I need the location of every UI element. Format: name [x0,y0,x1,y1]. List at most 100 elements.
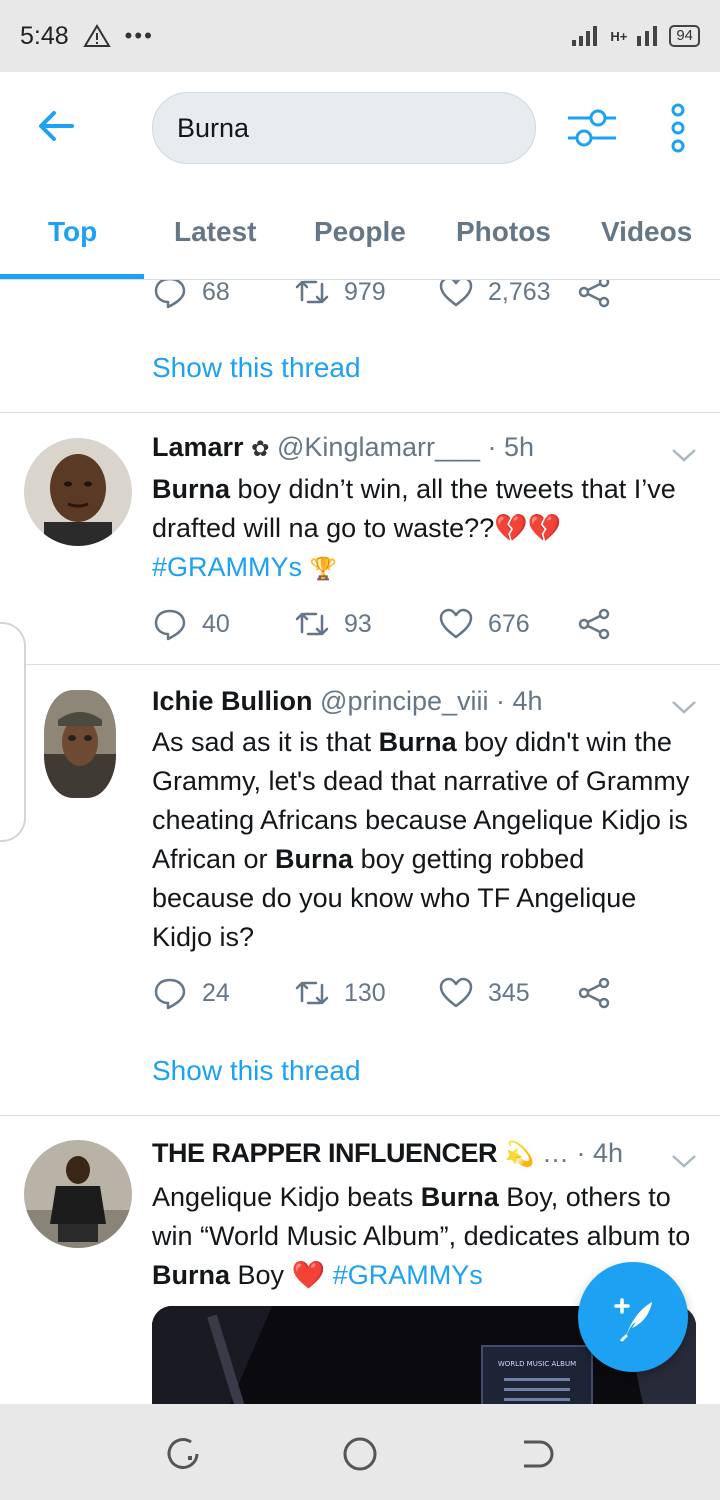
battery-indicator: 94 [669,25,700,47]
share-button[interactable] [576,975,612,1011]
recents-icon[interactable] [163,1434,203,1474]
home-icon[interactable] [340,1434,380,1474]
tweet-time: · 4h [496,686,543,716]
avatar-image [24,438,132,546]
heart-outline-icon [439,280,473,307]
retweet-button[interactable]: 979 [294,280,386,310]
show-thread-link[interactable]: Show this thread [152,1055,361,1087]
more-options-icon[interactable] [660,102,696,154]
retweet-count: 979 [344,280,386,306]
tab-people[interactable]: People [314,216,406,248]
tweet-text-part: Boy [230,1260,292,1290]
reply-count: 68 [202,280,230,306]
badge-icon: ✿ [251,436,270,461]
retweet-button[interactable]: 130 [294,975,386,1011]
divider [0,664,720,665]
avatar[interactable] [44,690,116,798]
display-name[interactable]: THE RAPPER INFLUENCER [152,1138,498,1168]
tab-videos[interactable]: Videos [601,216,692,248]
trophy-emoji: 🏆 [309,556,337,581]
tab-latest[interactable]: Latest [174,216,256,248]
broken-heart-emoji: 💔💔 [494,513,562,543]
media-caption: WORLD MUSIC ALBUM [498,1360,576,1368]
warning-triangle-icon [82,24,111,47]
reply-icon [154,978,186,1010]
signal-icon [572,26,598,46]
tweet-actions: 40 93 676 [152,606,632,646]
tweet-header: Ichie Bullion @principe_viii · 4h [152,686,543,717]
chevron-down-icon[interactable] [670,446,698,464]
tab-photos[interactable]: Photos [456,216,551,248]
network-type: H+ [610,28,628,44]
divider [0,1115,720,1116]
chevron-down-icon[interactable] [670,698,698,716]
highlight-term: Burna [152,1260,231,1290]
search-input[interactable]: Burna [152,92,536,164]
like-count: 345 [488,978,530,1007]
heart-outline-icon [439,977,473,1008]
retweet-icon [295,280,329,304]
highlight-term: Burna [275,844,354,874]
avatar[interactable] [24,438,132,546]
tweet-header: Lamarr ✿ @Kinglamarr___ · 5h [152,432,534,463]
reply-count: 24 [202,978,230,1007]
back-icon[interactable] [516,1434,556,1474]
reply-button[interactable]: 68 [152,280,230,310]
hashtag-link[interactable]: #GRAMMYs [152,552,302,582]
tab-top[interactable]: Top [48,216,97,248]
filter-sliders-icon[interactable] [566,104,618,152]
retweet-count: 130 [344,978,386,1007]
show-thread-link[interactable]: Show this thread [152,352,361,384]
tweet-actions: 68 979 2,763 [152,280,632,314]
search-results-feed[interactable]: 68 979 2,763 Show this thread Lamarr ✿ @… [0,280,720,1404]
share-icon [578,608,610,640]
avatar-image [24,1140,132,1248]
tweet-text-part: As sad as it is that [152,727,379,757]
reply-count: 40 [202,609,230,638]
share-button[interactable] [576,606,612,642]
highlight-term: Burna [420,1182,499,1212]
system-nav-bar [0,1404,720,1500]
reply-button[interactable]: 24 [152,975,230,1011]
avatar[interactable] [24,1140,132,1248]
reply-icon [154,609,186,641]
signal-icon-2 [637,26,658,46]
tweet-header: THE RAPPER INFLUENCER 💫 … · 4h [152,1138,623,1169]
share-icon [578,977,610,1009]
truncated-handle[interactable]: … [542,1138,569,1168]
back-arrow-icon[interactable] [32,102,80,150]
like-count: 2,763 [488,280,551,306]
tweet-text-part: boy didn’t win, all the tweets that I’ve… [152,474,676,543]
dizzy-emoji: 💫 [504,1141,535,1168]
heart-outline-icon [439,608,473,639]
active-tab-indicator [0,274,144,279]
reply-button[interactable]: 40 [152,606,230,642]
compose-tweet-button[interactable] [578,1262,688,1372]
tweet-actions: 24 130 345 [152,975,632,1015]
retweet-button[interactable]: 93 [294,606,372,642]
status-bar: 5:48 ••• H+ 94 [0,0,720,72]
tweet-text: Burna boy didn’t win, all the tweets tha… [152,470,692,588]
share-button[interactable] [576,280,612,310]
user-handle[interactable]: @principe_viii [320,686,488,716]
like-button[interactable]: 2,763 [438,280,551,310]
retweet-count: 93 [344,609,372,638]
chevron-down-icon[interactable] [670,1152,698,1170]
search-tabs: Top Latest People Photos Videos [0,182,720,280]
divider [0,412,720,413]
search-query: Burna [177,112,250,143]
red-heart-emoji: ❤️ [291,1260,326,1290]
reply-icon [154,280,186,309]
like-button[interactable]: 345 [438,975,530,1011]
user-handle[interactable]: @Kinglamarr___ [277,432,480,462]
highlight-term: Burna [152,474,231,504]
like-count: 676 [488,609,530,638]
side-drawer-handle[interactable] [0,622,26,842]
highlight-term: Burna [378,727,457,757]
retweet-icon [295,981,329,1005]
display-name[interactable]: Lamarr [152,432,244,462]
like-button[interactable]: 676 [438,606,530,642]
share-icon [578,280,610,308]
display-name[interactable]: Ichie Bullion [152,686,313,716]
hashtag-link[interactable]: #GRAMMYs [333,1260,483,1290]
